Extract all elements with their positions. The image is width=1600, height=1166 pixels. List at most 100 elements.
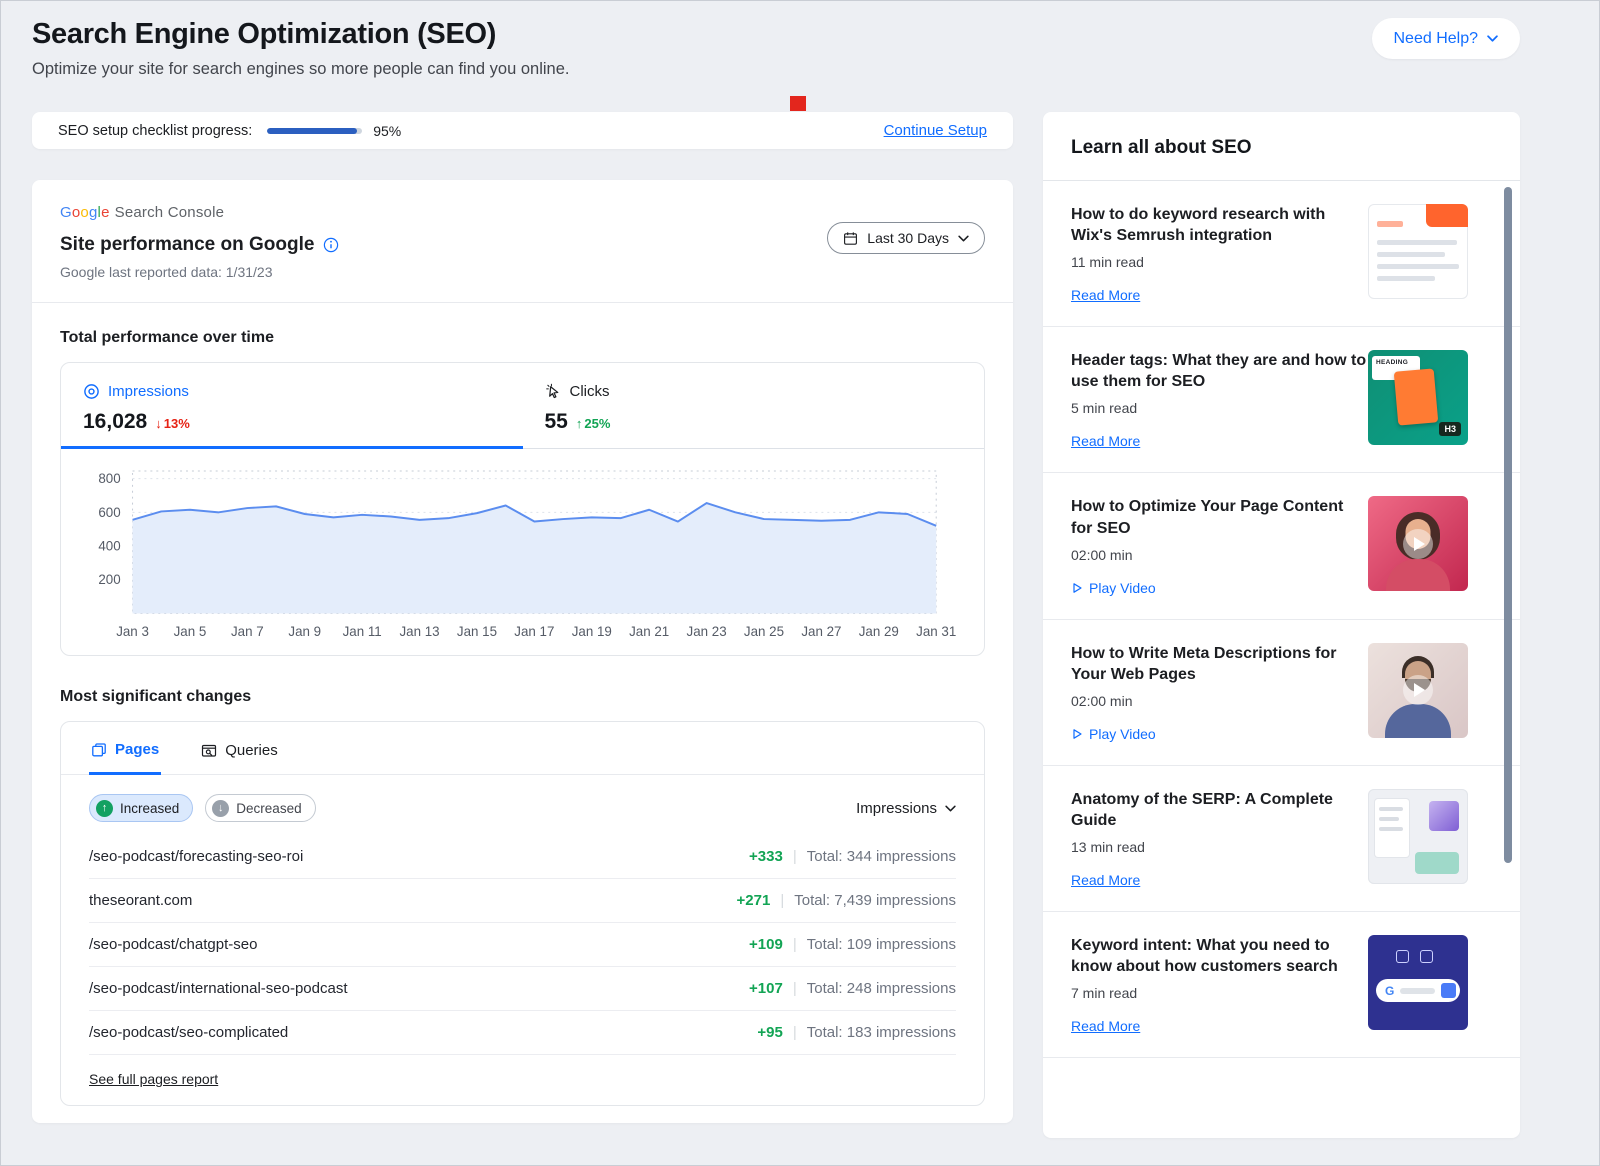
table-row[interactable]: /seo-podcast/seo-complicated +95 | Total: … — [89, 1011, 956, 1055]
svg-text:Jan 11: Jan 11 — [343, 624, 382, 639]
performance-body: Total performance over time Impressions … — [32, 303, 1013, 1106]
last-reported-text: Google last reported data: 1/31/23 — [60, 264, 985, 280]
progress-bar — [267, 128, 362, 134]
article-card: How to Optimize Your Page Content for SE… — [1043, 473, 1520, 619]
read-more-link[interactable]: Read More — [1071, 872, 1367, 888]
tab-pages[interactable]: Pages — [89, 722, 161, 775]
read-more-link[interactable]: Read More — [1071, 287, 1367, 303]
logo-letter: G — [60, 204, 72, 221]
table-row[interactable]: /seo-podcast/forecasting-seo-roi +333|To… — [89, 835, 956, 879]
video-thumbnail[interactable] — [1368, 496, 1468, 591]
divider: | — [793, 848, 797, 865]
total-impressions: Total: 344 impressions — [807, 848, 956, 865]
google-search-bar-graphic: G — [1376, 979, 1460, 1002]
article-meta: 13 min read — [1071, 839, 1367, 855]
filter-increased[interactable]: ↑ Increased — [89, 794, 193, 822]
article-meta: 11 min read — [1071, 254, 1367, 270]
metric-tab-clicks[interactable]: Clicks 55 ↑ 25% — [523, 363, 985, 449]
section-title-performance: Total performance over time — [60, 329, 985, 347]
need-help-label: Need Help? — [1394, 30, 1479, 48]
sort-dropdown-label: Impressions — [856, 800, 937, 817]
impressions-icon — [83, 383, 100, 400]
filter-decreased[interactable]: ↓ Decreased — [205, 794, 315, 822]
decor-shape — [1377, 240, 1457, 245]
decor-shape — [1377, 264, 1459, 269]
read-more-link[interactable]: Read More — [1071, 1018, 1367, 1034]
play-video-link[interactable]: Play Video — [1071, 580, 1367, 596]
table-row[interactable]: /seo-podcast/chatgpt-seo +109|Total: 109… — [89, 923, 956, 967]
pages-table: /seo-podcast/forecasting-seo-roi +333|To… — [61, 835, 984, 1055]
article-thumbnail[interactable]: G — [1368, 935, 1468, 1030]
article-card: Anatomy of the SERP: A Complete Guide 13… — [1043, 766, 1520, 912]
article-title: Anatomy of the SERP: A Complete Guide — [1071, 789, 1367, 831]
svg-text:Jan 29: Jan 29 — [859, 624, 899, 639]
article-thumbnail[interactable]: HEADING H3 — [1368, 350, 1468, 445]
table-row[interactable]: /seo-podcast/international-seo-podcast +… — [89, 967, 956, 1011]
article-info: How to do keyword research with Wix's Se… — [1071, 204, 1367, 303]
h3-tag-badge: H3 — [1439, 422, 1461, 436]
decor-shape — [1377, 252, 1445, 257]
main-layout: SEO setup checklist progress: 95% Contin… — [0, 112, 1600, 1138]
clicks-value-row: 55 ↑ 25% — [545, 410, 985, 434]
change-value: +333 — [749, 848, 783, 865]
metric-tab-impressions[interactable]: Impressions 16,028 ↓ 13% — [61, 363, 523, 449]
significant-changes-card: Pages Queries ↑ Increased ↓ — [60, 721, 985, 1106]
page-path: /seo-podcast/seo-complicated — [89, 1024, 288, 1041]
increase-arrow-icon: ↑ — [96, 800, 113, 817]
sort-dropdown[interactable]: Impressions — [856, 800, 956, 817]
continue-setup-link[interactable]: Continue Setup — [884, 122, 987, 139]
svg-text:Jan 27: Jan 27 — [801, 624, 841, 639]
date-range-button[interactable]: Last 30 Days — [827, 222, 985, 254]
article-meta: 7 min read — [1071, 985, 1367, 1001]
total-impressions: Total: 7,439 impressions — [794, 892, 956, 909]
scrollbar-thumb[interactable] — [1504, 187, 1512, 863]
play-overlay — [1368, 496, 1468, 591]
table-row[interactable]: theseorant.com +271|Total: 7,439 impress… — [89, 879, 956, 923]
chart-area: 200400600800Jan 3Jan 5Jan 7Jan 9Jan 11Ja… — [61, 449, 984, 643]
svg-text:Jan 21: Jan 21 — [629, 624, 669, 639]
article-info: How to Optimize Your Page Content for SE… — [1071, 496, 1367, 595]
info-icon[interactable] — [323, 237, 339, 253]
play-icon — [1071, 582, 1083, 594]
tab-queries-label: Queries — [225, 742, 278, 759]
see-full-pages-report-link[interactable]: See full pages report — [89, 1071, 218, 1087]
progress-percent: 95% — [373, 123, 401, 139]
filter-decreased-label: Decreased — [236, 801, 301, 816]
queries-icon — [201, 743, 217, 759]
pages-icon — [91, 742, 107, 758]
play-video-link[interactable]: Play Video — [1071, 726, 1367, 742]
svg-text:Jan 9: Jan 9 — [288, 624, 321, 639]
tab-queries[interactable]: Queries — [199, 722, 280, 774]
down-arrow-icon: ↓ — [155, 416, 162, 431]
change-value: +109 — [749, 936, 783, 953]
performance-header: GoogleSearch Console Site performance on… — [32, 180, 1013, 303]
change-value: +95 — [757, 1024, 782, 1041]
decor-shape — [1415, 852, 1459, 874]
decor-shape — [1396, 950, 1409, 963]
read-more-link[interactable]: Read More — [1071, 433, 1367, 449]
article-thumbnail[interactable] — [1368, 204, 1468, 299]
svg-text:200: 200 — [98, 572, 120, 587]
article-title: How to Optimize Your Page Content for SE… — [1071, 496, 1367, 538]
article-card: Header tags: What they are and how to us… — [1043, 327, 1520, 473]
total-impressions: Total: 183 impressions — [807, 1024, 956, 1041]
decor-shape — [1377, 221, 1403, 227]
impressions-value-row: 16,028 ↓ 13% — [83, 410, 523, 434]
svg-text:400: 400 — [98, 538, 120, 553]
svg-text:Jan 17: Jan 17 — [514, 624, 554, 639]
clicks-head: Clicks — [545, 383, 985, 400]
need-help-button[interactable]: Need Help? — [1372, 18, 1521, 59]
article-meta: 5 min read — [1071, 400, 1367, 416]
page-path: /seo-podcast/international-seo-podcast — [89, 980, 348, 997]
article-title: How to Write Meta Descriptions for Your … — [1071, 643, 1367, 685]
svg-text:Jan 31: Jan 31 — [916, 624, 956, 639]
changes-tabs: Pages Queries — [61, 722, 984, 775]
divider: | — [793, 1024, 797, 1041]
article-meta: 02:00 min — [1071, 547, 1367, 563]
play-triangle — [1414, 537, 1425, 551]
article-thumbnail[interactable] — [1368, 789, 1468, 884]
video-thumbnail[interactable] — [1368, 643, 1468, 738]
red-marker-artifact — [790, 96, 806, 111]
article-title: Header tags: What they are and how to us… — [1071, 350, 1367, 392]
date-range-label: Last 30 Days — [867, 230, 949, 246]
